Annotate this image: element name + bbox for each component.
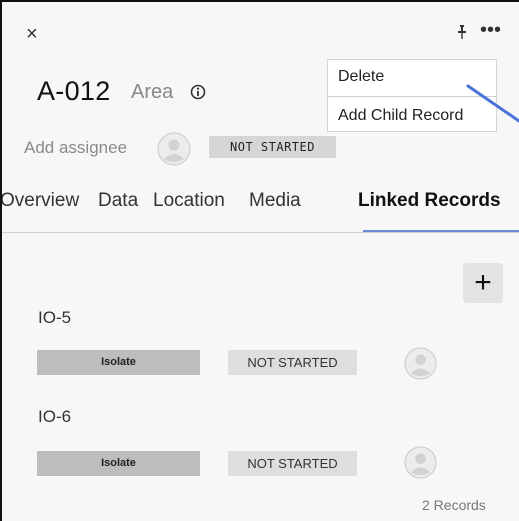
linked-record-type[interactable]: Isolate [37,451,200,476]
record-detail-panel: × ••• A-012 Area Add assignee NOT STARTE… [2,2,519,521]
avatar-icon[interactable] [404,347,437,385]
add-linked-record-button[interactable]: + [463,263,503,303]
linked-record-status[interactable]: NOT STARTED [228,350,357,375]
plus-icon: + [474,266,492,299]
tab-divider [2,232,519,233]
linked-record-status[interactable]: NOT STARTED [228,451,357,476]
linked-record-name[interactable]: IO-5 [38,308,71,328]
linked-record-name[interactable]: IO-6 [38,407,71,427]
records-count: 2 Records [422,497,486,513]
linked-record-type[interactable]: Isolate [37,350,200,375]
pointer-arrow [466,84,519,123]
avatar-icon[interactable] [404,446,437,484]
